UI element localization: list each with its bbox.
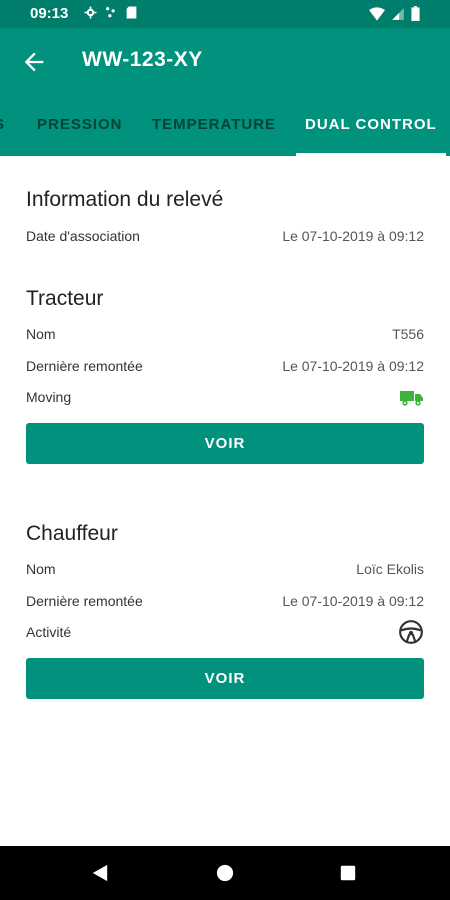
status-time: 09:13 (30, 5, 69, 22)
tab-dual-control[interactable]: DUAL CONTROL (305, 116, 437, 133)
tracteur-section-title: Tracteur (26, 287, 104, 310)
truck-icon (400, 391, 423, 406)
tab-bar: S PRESSION TEMPERATURE DUAL CONTROL (0, 112, 450, 156)
chauffeur-derniere-value: Le 07-10-2019 à 09:12 (282, 593, 424, 609)
date-association-value: Le 07-10-2019 à 09:12 (282, 228, 424, 244)
chauffeur-activite-label: Activité (26, 624, 72, 640)
cell-signal-icon (392, 7, 404, 20)
nav-recents-icon[interactable] (340, 865, 356, 881)
tracteur-derniere-label: Dernière remontée (26, 358, 143, 374)
nav-back-icon[interactable] (91, 864, 109, 882)
status-bar: 09:13 (0, 0, 450, 28)
nav-home-icon[interactable] (216, 864, 234, 882)
tracteur-moving-label: Moving (26, 389, 72, 405)
steering-wheel-icon (399, 620, 423, 644)
tab-indicator (296, 153, 446, 156)
chauffeur-derniere-label: Dernière remontée (26, 593, 143, 609)
tracteur-voir-button[interactable]: VOIR (26, 423, 424, 464)
tracteur-nom-value: T556 (392, 326, 424, 342)
tracteur-derniere-value: Le 07-10-2019 à 09:12 (282, 358, 424, 374)
back-arrow-icon[interactable] (20, 48, 48, 76)
tab-pression[interactable]: PRESSION (37, 116, 123, 133)
system-nav-bar (0, 846, 450, 900)
page-title: WW-123-XY (82, 48, 203, 71)
date-association-label: Date d'association (26, 228, 140, 244)
chauffeur-nom-label: Nom (26, 561, 56, 577)
chauffeur-section-title: Chauffeur (26, 522, 118, 545)
tracteur-nom-label: Nom (26, 326, 56, 342)
app-bar: WW-123-XY S PRESSION TEMPERATURE DUAL CO… (0, 28, 450, 156)
tab-partial[interactable]: S (0, 116, 5, 133)
sim-card-icon (126, 6, 137, 19)
info-section-title: Information du relevé (26, 188, 224, 211)
signal-dots-icon (106, 7, 115, 18)
wifi-icon (369, 6, 385, 21)
tab-temperature[interactable]: TEMPERATURE (152, 116, 276, 133)
gear-icon (84, 6, 97, 19)
battery-icon (411, 6, 420, 21)
chauffeur-nom-value: Loïc Ekolis (356, 561, 424, 577)
chauffeur-voir-button[interactable]: VOIR (26, 658, 424, 699)
